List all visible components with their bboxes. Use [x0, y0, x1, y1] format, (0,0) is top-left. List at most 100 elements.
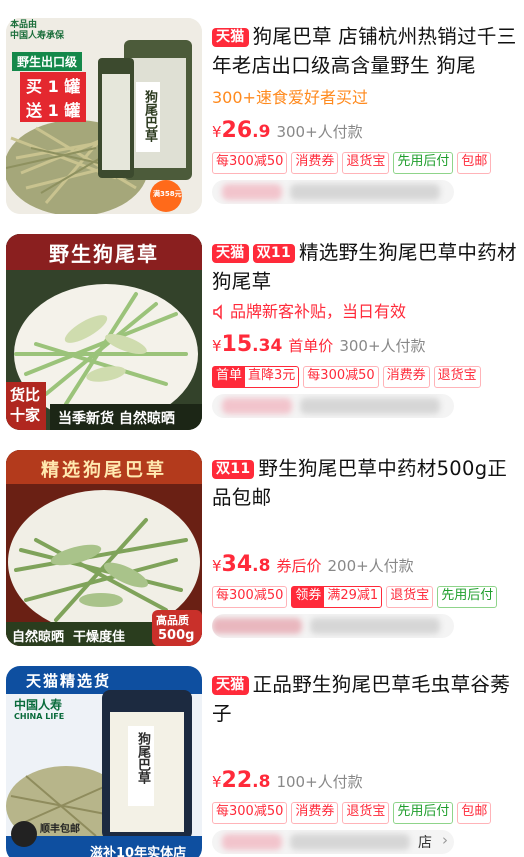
blurred-store-text — [222, 398, 292, 414]
promo-line: 品牌新客补贴，当日有效 — [212, 298, 518, 322]
price: 22.8 — [222, 768, 271, 793]
price-integer: 34 — [221, 552, 253, 577]
image-brand-text: 本品由 中国人寿承保 — [10, 20, 65, 41]
price-integer: 26 — [221, 118, 253, 143]
store-link[interactable] — [212, 394, 454, 418]
promo-tag: 先用后付 — [437, 586, 498, 608]
promo-tag: 每300减50 — [303, 366, 379, 388]
promo-tag: 首单 直降3元 — [212, 366, 300, 388]
price-row: ¥ 15.34 首单价 300+人付款 — [212, 332, 518, 362]
coupon-tag[interactable]: 领券 满29减1 — [291, 586, 383, 608]
store-link[interactable] — [212, 180, 454, 204]
price-integer: 15 — [221, 332, 253, 357]
buyers-subline: 300+速食爱好者买过 — [212, 88, 368, 107]
product-title[interactable]: 双11 野生狗尾巴草中药材500g正品包邮 — [212, 454, 518, 512]
image-bottom-text: 自然晾晒 干燥度佳 — [12, 630, 126, 645]
product-card[interactable]: 野生狗尾草 货比 十家 当季新货 自然晾晒 天猫 双11 精选野生狗尾巴草中药材狗尾… — [0, 216, 524, 430]
promo-tag: 退货宝 — [342, 152, 390, 174]
promo-tag: 消费券 — [291, 802, 339, 824]
product-info: 天猫 正品野生狗尾巴草毛虫草谷莠子 ¥ 22.8 100+人付款 每300减50 … — [212, 670, 518, 854]
double11-badge: 双11 — [212, 460, 255, 479]
product-list: 本品由 中国人寿承保 野生出口级 买 1 罐 送 1 罐 狗尾巴草 满358元 … — [0, 0, 524, 857]
price-row: ¥ 26.9 300+人付款 — [212, 118, 518, 148]
price-integer: 22 — [221, 768, 253, 793]
blurred-store-text — [300, 398, 440, 414]
discount-tag: 直降3元 — [248, 368, 296, 383]
promo-tags: 每300减50 消费券 退货宝 先用后付 包邮 — [212, 152, 518, 174]
jar-label-text: 狗尾巴草 — [135, 732, 150, 784]
promo-tag: 退货宝 — [342, 802, 390, 824]
image-bottom-text: 当季新货 自然晾晒 — [58, 411, 175, 427]
promo-tag: 消费券 — [291, 152, 339, 174]
double11-badge: 双11 — [252, 244, 295, 263]
product-title[interactable]: 天猫 双11 精选野生狗尾巴草中药材狗尾草 — [212, 238, 518, 296]
blurred-store-text — [290, 184, 440, 200]
image-badge-text: 货比 — [10, 386, 41, 404]
promo-tag: 先用后付 — [393, 802, 454, 824]
product-card[interactable]: 本品由 中国人寿承保 野生出口级 买 1 罐 送 1 罐 狗尾巴草 满358元 … — [0, 0, 524, 214]
promo-tag: 退货宝 — [433, 366, 481, 388]
price: 15.34 — [222, 332, 283, 357]
product-card[interactable]: 天猫精选货 中国人寿 CHINA LIFE 狗尾巴草 顺丰包邮 滋补10年实体店… — [0, 648, 524, 857]
price-decimal: .34 — [252, 336, 283, 356]
first-order-tag: 首单 — [213, 367, 246, 387]
speaker-icon — [212, 304, 228, 324]
product-title[interactable]: 天猫 狗尾巴草 店铺杭州热销过千三年老店出口级高含量野生 狗尾 — [212, 22, 518, 80]
image-badge-text: 500g — [158, 628, 195, 643]
sticker-text: 满358元 — [153, 190, 182, 198]
product-image[interactable]: 野生狗尾草 货比 十家 当季新货 自然晾晒 — [6, 234, 202, 430]
image-brand-text: CHINA LIFE — [14, 712, 65, 721]
promo-tag: 包邮 — [457, 152, 492, 174]
coupon-value: 满29减1 — [327, 588, 379, 603]
product-image[interactable]: 精选狗尾巴草 自然晾晒 干燥度佳 高品质 500g — [6, 450, 202, 646]
image-banner-text: 送 1 罐 — [20, 96, 87, 122]
chevron-right-icon: › — [442, 831, 448, 849]
promo-tag: 每300减50 — [212, 152, 288, 174]
image-banner-text: 买 1 罐 — [20, 72, 87, 98]
blurred-store-text — [212, 618, 302, 634]
promo-tags: 每300减50 消费券 退货宝 先用后付 包邮 — [212, 802, 518, 824]
promo-text: 品牌新客补贴，当日有效 — [230, 302, 407, 321]
tmall-badge: 天猫 — [212, 676, 249, 695]
currency-symbol: ¥ — [212, 557, 222, 575]
product-image[interactable]: 天猫精选货 中国人寿 CHINA LIFE 狗尾巴草 顺丰包邮 滋补10年实体店 — [6, 666, 202, 857]
store-link[interactable] — [212, 614, 454, 638]
product-image[interactable]: 本品由 中国人寿承保 野生出口级 买 1 罐 送 1 罐 狗尾巴草 满358元 — [6, 18, 202, 214]
promo-tag: 退货宝 — [386, 586, 434, 608]
tmall-badge: 天猫 — [212, 28, 249, 47]
price-label: 券后价 — [276, 557, 322, 575]
product-info: 天猫 双11 精选野生狗尾巴草中药材狗尾草 品牌新客补贴，当日有效 ¥ 15.34 … — [212, 238, 518, 418]
sold-count: 300+人付款 — [339, 337, 426, 355]
promo-tags: 每300减50 领券 满29减1 退货宝 先用后付 — [212, 586, 518, 608]
image-badge-text: 十家 — [10, 406, 41, 424]
price: 26.9 — [222, 118, 271, 143]
image-brand-text: 中国人寿 — [14, 698, 63, 712]
promo-tag: 先用后付 — [393, 152, 454, 174]
store-link[interactable]: 店 › — [212, 830, 454, 854]
image-banner-text: 精选狗尾巴草 — [41, 460, 167, 481]
product-card[interactable]: 精选狗尾巴草 自然晾晒 干燥度佳 高品质 500g 双11 野生狗尾巴草中药材50… — [0, 432, 524, 646]
price: 34.8 — [222, 552, 271, 577]
product-title[interactable]: 天猫 正品野生狗尾巴草毛虫草谷莠子 — [212, 670, 518, 728]
image-banner-text: 野生出口级 — [12, 52, 83, 71]
store-name: 店 — [418, 835, 432, 851]
promo-tag: 每300减50 — [212, 586, 288, 608]
sold-count: 200+人付款 — [327, 557, 414, 575]
price-label: 首单价 — [288, 337, 334, 355]
blurred-store-text — [222, 184, 282, 200]
currency-symbol: ¥ — [212, 773, 222, 791]
currency-symbol: ¥ — [212, 123, 222, 141]
blurred-store-text — [222, 834, 282, 850]
price-decimal: .8 — [252, 556, 271, 576]
jar-label-text: 狗尾巴草 — [142, 90, 157, 142]
tmall-badge: 天猫 — [212, 244, 249, 263]
image-badge-text: 高品质 — [156, 614, 189, 627]
product-info: 双11 野生狗尾巴草中药材500g正品包邮 ¥ 34.8 券后价 200+人付款 … — [212, 454, 518, 638]
sold-count: 300+人付款 — [276, 123, 363, 141]
price-row: ¥ 34.8 券后价 200+人付款 — [212, 552, 518, 582]
image-bottom-text: 滋补10年实体店 — [90, 846, 187, 857]
promo-tag: 消费券 — [382, 366, 430, 388]
product-info: 天猫 狗尾巴草 店铺杭州热销过千三年老店出口级高含量野生 狗尾 300+速食爱好者… — [212, 22, 518, 204]
